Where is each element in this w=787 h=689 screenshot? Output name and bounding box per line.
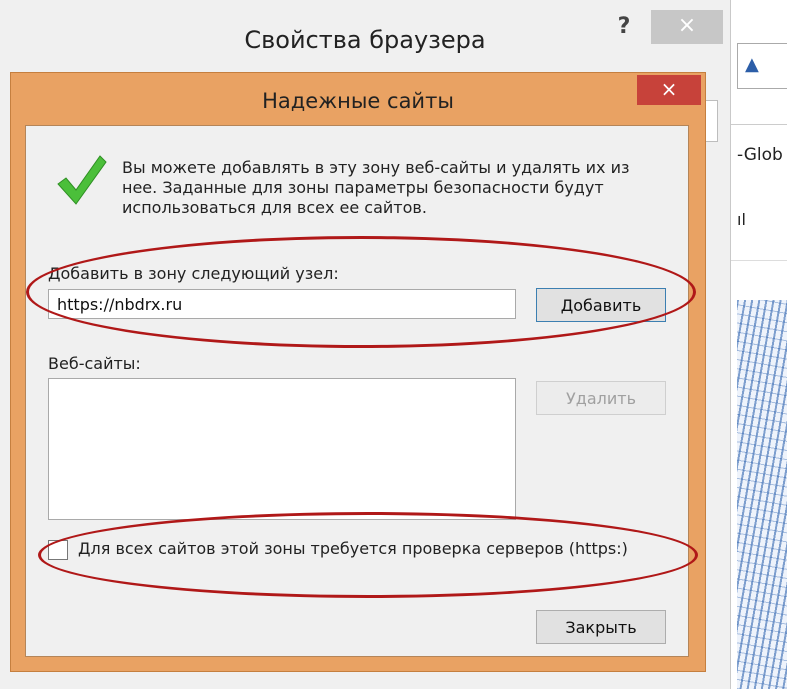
close-button[interactable]: Закрыть: [536, 610, 666, 644]
help-button[interactable]: ?: [606, 12, 642, 42]
add-button[interactable]: Добавить: [536, 288, 666, 322]
dialog-body: Вы можете добавлять в эту зону веб-сайты…: [25, 125, 689, 657]
websites-list[interactable]: [48, 378, 516, 520]
trusted-sites-dialog: Надежные сайты × Вы можете добавлять в э…: [10, 72, 706, 672]
browser-properties-close-button[interactable]: ×: [651, 10, 723, 44]
divider: [731, 260, 787, 261]
browser-logo-icon: ▲: [745, 54, 759, 75]
browser-content-strip: ▲ -Glob ıl: [731, 0, 787, 689]
page-sketch-image: [737, 300, 787, 689]
trusted-sites-title: Надежные сайты: [262, 89, 454, 113]
add-site-label: Добавить в зону следующий узел:: [48, 264, 339, 283]
browser-tab-text: -Glob: [737, 145, 783, 165]
https-required-checkbox[interactable]: [48, 540, 68, 560]
browser-text-fragment: ıl: [737, 210, 746, 229]
green-checkmark-icon: [56, 152, 108, 208]
zone-info-text: Вы можете добавлять в эту зону веб-сайты…: [122, 158, 630, 217]
delete-button[interactable]: Удалить: [536, 381, 666, 415]
websites-label: Веб-сайты:: [48, 354, 141, 373]
site-url-input[interactable]: [48, 289, 516, 319]
divider: [731, 124, 787, 125]
https-required-label: Для всех сайтов этой зоны требуется пров…: [78, 539, 628, 558]
dialog-close-button[interactable]: ×: [637, 75, 701, 105]
